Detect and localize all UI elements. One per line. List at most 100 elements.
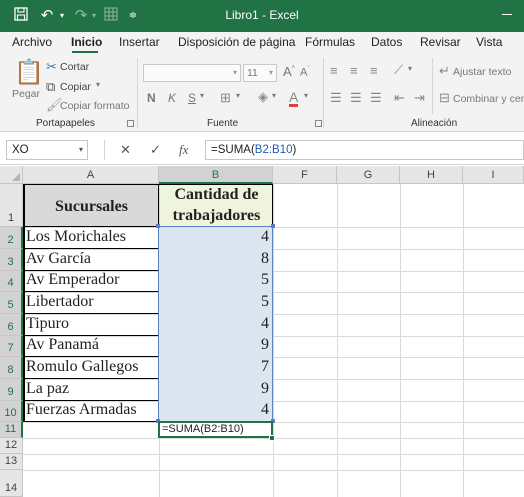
row-number: 2 [7, 234, 14, 246]
worksheet-grid: A B F G H I 1 2 3 4 5 6 7 8 9 10 11 12 1… [0, 166, 524, 497]
cell-a7[interactable]: Av Panamá [24, 336, 158, 357]
cell-a10[interactable]: Fuerzas Armadas [24, 401, 158, 422]
tab-archivo[interactable]: Archivo [12, 35, 52, 49]
cell-a3[interactable]: Av García [24, 250, 158, 271]
row-header-3[interactable]: 3 [0, 249, 23, 271]
cell-b8[interactable]: 7 [159, 358, 273, 379]
header-cantidad-line2[interactable]: trabajadores [160, 205, 273, 226]
tab-disposicion[interactable]: Disposición de página [178, 35, 295, 49]
row-header-13[interactable]: 13 [0, 454, 23, 470]
font-size-combo[interactable]: 11 ▾ [243, 64, 277, 82]
row-number: 8 [7, 364, 14, 376]
increase-indent-icon[interactable]: ⇥ [414, 91, 425, 105]
shrink-font-icon[interactable]: Aˇ [300, 66, 310, 79]
italic-button[interactable]: K [168, 91, 176, 105]
font-name-combo[interactable]: ▾ [143, 64, 241, 82]
orientation-dropdown-icon[interactable]: ▾ [408, 64, 412, 73]
column-header-g[interactable]: G [337, 166, 400, 184]
row-header-4[interactable]: 4 [0, 271, 23, 292]
align-center-icon[interactable]: ☰ [350, 91, 362, 105]
row-header-2[interactable]: 2 [0, 227, 23, 249]
cell-b9[interactable]: 9 [159, 380, 273, 401]
row-header-8[interactable]: 8 [0, 357, 23, 379]
row-header-7[interactable]: 7 [0, 336, 23, 357]
font-launcher-icon[interactable] [315, 120, 322, 127]
align-middle-icon[interactable]: ≡ [350, 64, 358, 78]
row-header-14[interactable]: 14 [0, 470, 23, 497]
formula-input[interactable]: =SUMA(B2:B10) [205, 140, 524, 160]
header-sucursales[interactable]: Sucursales [24, 196, 159, 217]
orientation-icon[interactable]: ⟋ [394, 63, 403, 77]
row-header-9[interactable]: 9 [0, 379, 23, 401]
cell-b3[interactable]: 8 [159, 250, 273, 271]
tab-inicio[interactable]: Inicio [71, 35, 102, 49]
cell-b7[interactable]: 9 [159, 336, 273, 357]
underline-button[interactable]: S [188, 91, 196, 105]
header-cantidad-line1[interactable]: Cantidad de [160, 184, 273, 205]
column-header-f[interactable]: F [273, 166, 337, 184]
tab-revisar[interactable]: Revisar [420, 35, 461, 49]
decrease-indent-icon[interactable]: ⇤ [394, 91, 405, 105]
cell-b10[interactable]: 4 [159, 401, 273, 422]
column-header-h[interactable]: H [400, 166, 463, 184]
underline-dropdown-icon[interactable]: ▾ [200, 91, 204, 100]
cell-a2[interactable]: Los Morichales [24, 228, 158, 249]
cut-icon[interactable]: ✂ [46, 60, 57, 74]
format-painter-button[interactable]: Copiar formato [60, 100, 129, 112]
cell-b2[interactable]: 4 [159, 228, 273, 249]
cell-a5[interactable]: Libertador [24, 293, 158, 314]
align-bottom-icon[interactable]: ≡ [370, 64, 378, 78]
copy-dropdown-icon[interactable]: ▾ [96, 80, 100, 89]
cell-b5[interactable]: 5 [159, 293, 273, 314]
grow-font-icon[interactable]: A^ [283, 64, 295, 79]
insert-function-icon[interactable]: fx [179, 142, 188, 158]
tab-vista[interactable]: Vista [476, 35, 502, 49]
fill-handle[interactable] [269, 435, 275, 441]
tab-datos[interactable]: Datos [371, 35, 402, 49]
row-header-10[interactable]: 10 [0, 401, 23, 422]
cell-a4[interactable]: Av Emperador [24, 271, 158, 292]
cut-button[interactable]: Cortar [60, 61, 89, 73]
align-left-icon[interactable]: ☰ [330, 91, 342, 105]
enter-icon[interactable]: ✓ [150, 142, 161, 158]
borders-icon[interactable]: ⊞ [220, 91, 231, 105]
row-number: 4 [7, 277, 14, 289]
cell-b6[interactable]: 4 [159, 315, 273, 336]
name-box[interactable]: XO ▾ [6, 140, 88, 160]
minimize-icon[interactable] [502, 14, 512, 15]
row-header-5[interactable]: 5 [0, 292, 23, 314]
cell-a9[interactable]: La paz [24, 380, 158, 401]
column-header-a[interactable]: A [23, 166, 159, 184]
paste-label[interactable]: Pegar [12, 88, 40, 100]
paste-icon[interactable]: 📋 [14, 60, 44, 86]
clipboard-launcher-icon[interactable] [127, 120, 134, 127]
row-header-1[interactable]: 1 [0, 184, 23, 227]
bold-button[interactable]: N [147, 91, 156, 105]
font-color-icon[interactable]: A [289, 90, 299, 107]
wrap-text-icon[interactable]: ↵ [439, 64, 450, 78]
fill-color-icon[interactable]: ◈ [258, 90, 268, 104]
cell-a8[interactable]: Romulo Gallegos [24, 358, 158, 379]
column-header-b[interactable]: B [159, 166, 273, 184]
cancel-icon[interactable]: ✕ [120, 142, 131, 158]
cell-a6[interactable]: Tipuro [24, 315, 158, 336]
align-top-icon[interactable]: ≡ [330, 64, 338, 78]
column-header-i[interactable]: I [463, 166, 524, 184]
tab-insertar[interactable]: Insertar [119, 35, 160, 49]
cell-b4[interactable]: 5 [159, 271, 273, 292]
copy-button[interactable]: Copiar [60, 81, 91, 93]
fill-dropdown-icon[interactable]: ▾ [272, 91, 276, 100]
row-header-12[interactable]: 12 [0, 438, 23, 454]
tab-formulas[interactable]: Fórmulas [305, 35, 355, 49]
select-all-button[interactable] [0, 166, 23, 184]
wrap-text-button[interactable]: Ajustar texto [453, 66, 511, 78]
merge-center-button[interactable]: Combinar y cen [453, 93, 524, 105]
row-header-6[interactable]: 6 [0, 314, 23, 336]
merge-icon[interactable]: ⊟ [439, 91, 450, 105]
align-right-icon[interactable]: ☰ [370, 91, 382, 105]
copy-icon[interactable]: ⧉ [46, 80, 55, 94]
borders-dropdown-icon[interactable]: ▾ [236, 91, 240, 100]
font-color-dropdown-icon[interactable]: ▾ [304, 91, 308, 100]
active-cell-b11[interactable]: =SUMA(B2:B10) [158, 421, 273, 438]
row-header-11[interactable]: 11 [0, 422, 23, 438]
